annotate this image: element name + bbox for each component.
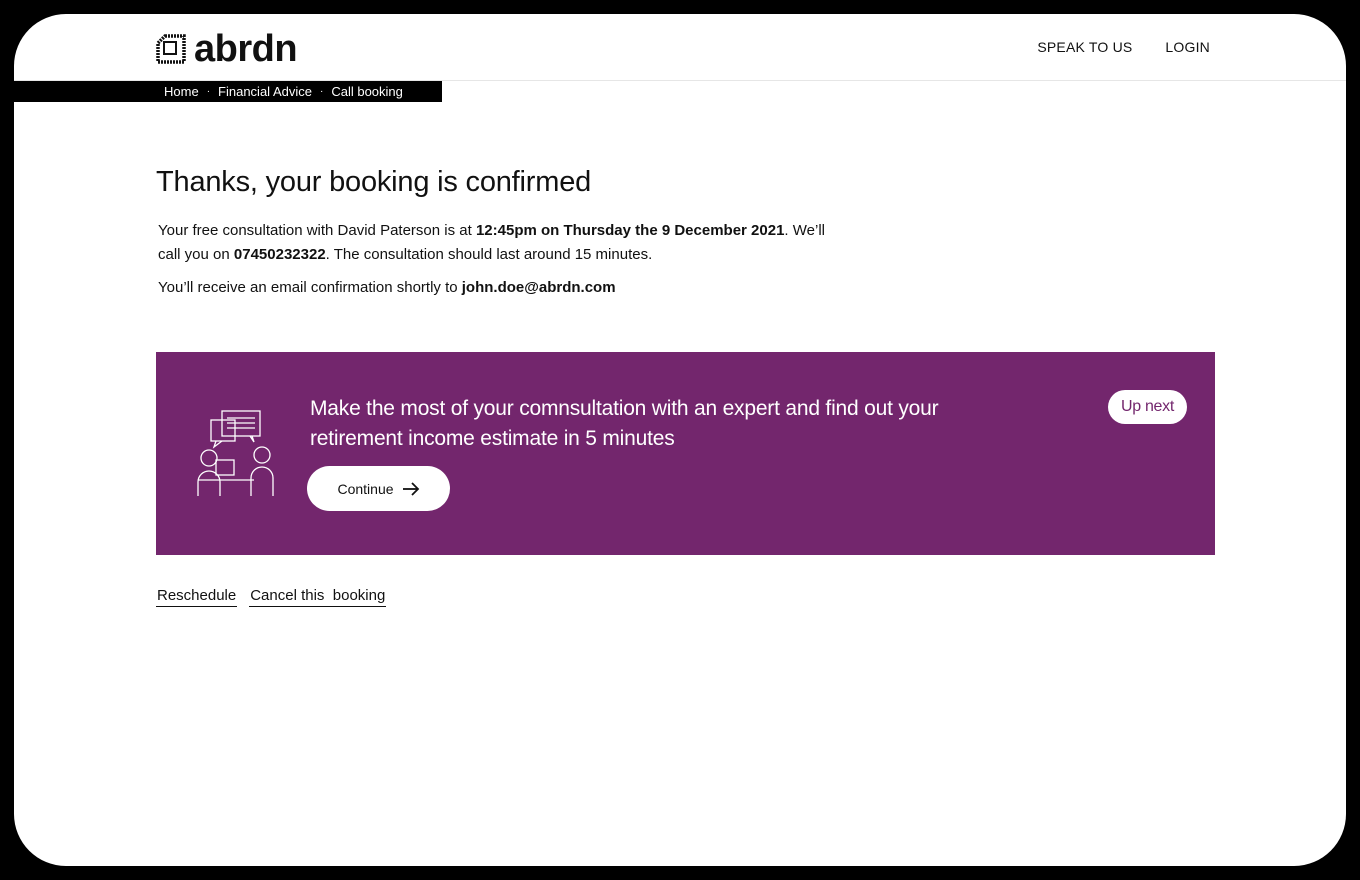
cancel-booking-link[interactable]: Cancel this booking: [249, 587, 387, 607]
breadcrumb-bar: Home · Financial Advice · Call booking: [14, 81, 442, 102]
reschedule-link[interactable]: Reschedule: [156, 587, 238, 607]
promo-text: Make the most of your comnsultation with…: [310, 397, 939, 450]
phone-number: 07450232322: [233, 246, 326, 263]
continue-label: Continue: [337, 480, 394, 497]
abrdn-mark-icon: [156, 34, 186, 64]
browser-frame: abrdn SPEAK TO US LOGIN Home · Financial…: [14, 14, 1346, 866]
details-text: . The consultation should last around 15…: [325, 246, 653, 263]
next-step-banner: Make the most of your comnsultation with…: [156, 352, 1215, 555]
site-header: abrdn SPEAK TO US LOGIN: [14, 14, 1346, 81]
login-link[interactable]: LOGIN: [1165, 39, 1210, 55]
breadcrumb-home[interactable]: Home: [164, 84, 199, 99]
breadcrumb-call-booking[interactable]: Call booking: [331, 84, 403, 99]
booking-time: 12:45pm on Thursday the 9 December 2021: [475, 222, 785, 239]
up-next-badge: Up next: [1107, 390, 1187, 424]
consultation-icon: [197, 410, 274, 496]
page-title: Thanks, your booking is confirmed: [156, 166, 592, 198]
email-note: You’ll receive an email confirmation sho…: [158, 277, 616, 299]
top-nav: SPEAK TO US LOGIN: [1037, 39, 1210, 55]
booking-details: Your free consultation with David Paters…: [158, 219, 828, 267]
booking-actions: Reschedule Cancel this booking: [156, 587, 387, 607]
breadcrumb-financial-advice[interactable]: Financial Advice: [218, 84, 312, 99]
speak-to-us-link[interactable]: SPEAK TO US: [1037, 39, 1132, 55]
email-address: john.doe@abrdn.com: [461, 279, 616, 296]
breadcrumb: Home · Financial Advice · Call booking: [164, 81, 403, 102]
continue-button[interactable]: Continue: [307, 466, 450, 511]
logo[interactable]: abrdn: [156, 28, 298, 70]
details-text: Your free consultation with David Paters…: [158, 222, 476, 239]
breadcrumb-separator: ·: [319, 86, 324, 97]
arrow-right-icon: [402, 481, 419, 496]
breadcrumb-separator: ·: [206, 86, 211, 97]
logo-text: abrdn: [194, 28, 298, 70]
email-note-text: You’ll receive an email confirmation sho…: [158, 279, 462, 296]
